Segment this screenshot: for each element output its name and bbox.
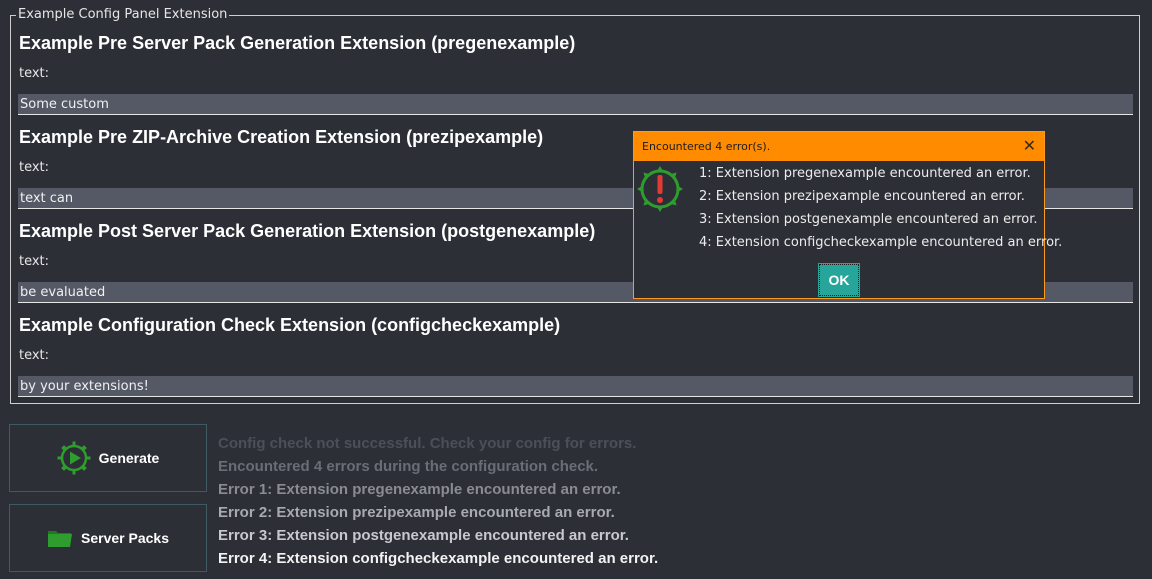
dialog-message: 3: Extension postgenexample encountered … [699,212,1038,227]
extension-text-field-configcheck[interactable]: by your extensions! [18,376,1133,397]
generate-button-label: Generate [98,450,160,466]
extension-heading-configcheck: Example Configuration Check Extension (c… [19,315,561,335]
play-gear-icon [57,441,91,475]
server-packs-button-label: Server Packs [81,530,169,546]
extension-text-label: text: [19,254,50,269]
dialog-message: 2: Extension prezipexample encountered a… [699,189,1025,204]
dialog-message: 4: Extension configcheckexample encounte… [699,235,1063,250]
app-window: Example Config Panel Extension Example P… [0,0,1152,579]
close-icon[interactable]: ✕ [1023,137,1036,155]
server-packs-button[interactable]: Server Packs [9,504,207,572]
extension-text-label: text: [19,348,50,363]
dialog-message: 1: Extension pregenexample encountered a… [699,166,1031,181]
extension-heading-postgen: Example Post Server Pack Generation Exte… [19,221,596,241]
status-log-line: Error 2: Extension prezipexample encount… [218,504,615,521]
folder-icon [47,528,73,548]
error-gear-icon [636,165,684,217]
dialog-titlebar: Encountered 4 error(s). ✕ [634,132,1044,161]
dialog-title: Encountered 4 error(s). [642,140,771,153]
generate-button[interactable]: Generate [9,424,207,492]
status-log-line: Error 3: Extension postgenexample encoun… [218,527,629,544]
error-dialog: Encountered 4 error(s). ✕ 1: Extension p… [633,131,1062,299]
status-log-line: Error 1: Extension pregenexample encount… [218,481,621,498]
status-log-line: Error 4: Extension configcheckexample en… [218,550,659,567]
extension-text-label: text: [19,66,50,81]
extension-text-field-pregen[interactable]: Some custom [18,94,1133,115]
status-log-line: Config check not successful. Check your … [218,435,637,452]
extension-text-label: text: [19,160,50,175]
ok-button[interactable]: OK [818,263,860,297]
extension-heading-pregen: Example Pre Server Pack Generation Exten… [19,33,576,53]
status-log-line: Encountered 4 errors during the configur… [218,458,599,475]
extension-heading-prezip: Example Pre ZIP-Archive Creation Extensi… [19,127,544,147]
panel-title: Example Config Panel Extension [16,7,230,23]
